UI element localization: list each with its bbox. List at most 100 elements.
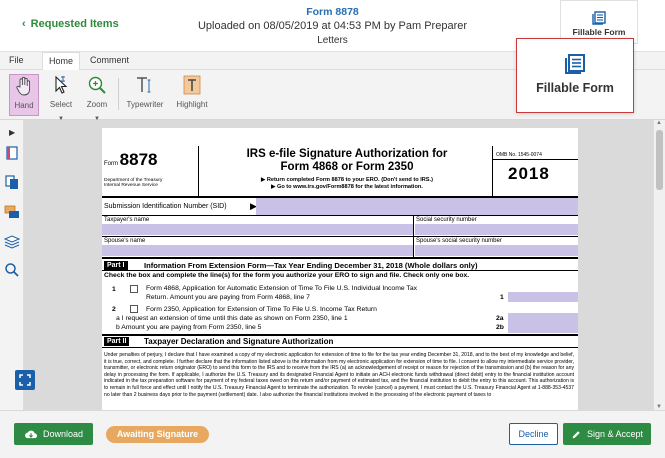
ssn-field[interactable] (415, 224, 578, 235)
layers-icon[interactable] (4, 233, 20, 249)
line-2a-text: a I request an extension of time until t… (116, 315, 348, 322)
line-1-ref: 1 (500, 294, 504, 301)
sid-label: Submission Identification Number (SID) (104, 203, 227, 210)
omb-number: OMB No. 1545-0074 (496, 152, 542, 158)
document-viewport[interactable]: Form 8878 Department of the Treasury Int… (24, 120, 653, 410)
pages-icon[interactable] (4, 174, 20, 190)
department-label: Department of the Treasury Internal Reve… (104, 178, 162, 189)
form-rule (102, 334, 578, 336)
page-thumbnails-icon[interactable] (4, 145, 20, 161)
line-1-text-a: Form 4868, Application for Automatic Ext… (146, 285, 418, 292)
select-tool-label: Select (49, 100, 73, 109)
spouse-name-field[interactable] (102, 245, 413, 256)
form-rule (102, 347, 578, 348)
fillable-form-icon (592, 11, 606, 25)
form-note-1: ▶ Return completed Form 8878 to your ERO… (261, 177, 433, 183)
form-rule (102, 270, 578, 271)
left-sidebar: ▶ (0, 120, 24, 410)
line-2a-date-field[interactable] (508, 313, 578, 323)
comments-icon[interactable] (4, 204, 20, 220)
pen-icon (572, 430, 580, 438)
sid-field[interactable] (256, 198, 578, 215)
line-1-amount-field[interactable] (508, 292, 578, 302)
part-1-instructions: Check the box and complete the line(s) f… (104, 272, 470, 279)
cloud-download-icon (25, 430, 38, 439)
part-1-title: Information From Extension Form—Tax Year… (144, 261, 478, 270)
line-2a-ref: 2a (496, 315, 504, 322)
form-title-line-1: IRS e-file Signature Authorization for (246, 148, 448, 160)
decline-button[interactable]: Decline (509, 423, 558, 445)
line-2b-text: b Amount you are paying from Form 2350, … (116, 324, 262, 331)
footer-bar: Download Awaiting Signature Decline Sign… (0, 410, 665, 458)
form-note-2: ▶ Go to www.irs.gov/Form8878 for the lat… (271, 184, 423, 190)
part-2-title: Taxpayer Declaration and Signature Autho… (144, 337, 334, 346)
tax-year: 2018 (508, 164, 550, 183)
search-icon[interactable] (4, 262, 20, 278)
line-2-text: Form 2350, Application for Extension of … (146, 306, 377, 313)
header-divider (198, 146, 199, 196)
tab-comment[interactable]: Comment (90, 55, 129, 65)
zoom-tool-label: Zoom (86, 100, 108, 109)
tab-file[interactable]: File (9, 55, 24, 65)
form-word: Form (104, 161, 118, 167)
ssn-label: Social security number (416, 217, 477, 223)
zoom-icon (88, 76, 106, 94)
sign-accept-button[interactable]: Sign & Accept (563, 423, 651, 445)
form-title-line-2: Form 4868 or Form 2350 (280, 161, 414, 173)
typewriter-tool-label: Typewriter (126, 100, 164, 109)
hand-tool-button[interactable]: Hand (9, 74, 39, 116)
declaration-text: Under penalties of perjury, I declare th… (104, 352, 574, 398)
omb-divider (492, 159, 578, 160)
taxpayer-name-label: Taxpayer's name (104, 217, 150, 223)
tab-home[interactable]: Home (42, 52, 81, 70)
form-number-block: Form 8878 (104, 150, 158, 170)
download-button[interactable]: Download (14, 423, 93, 445)
sign-accept-label: Sign & Accept (586, 429, 644, 439)
download-label: Download (42, 429, 84, 439)
scroll-thumb[interactable] (656, 130, 663, 190)
form-page: Form 8878 Department of the Treasury Int… (102, 128, 578, 410)
awaiting-signature-status: Awaiting Signature (106, 426, 209, 443)
app-root: ‹ Requested Items Form 8878 Uploaded on 0… (0, 0, 665, 458)
line-1-number: 1 (112, 286, 116, 293)
highlight-tool-label: Highlight (176, 100, 208, 109)
fillable-form-callout[interactable]: Fillable Form (516, 38, 634, 113)
line-2b-amount-field[interactable] (508, 323, 578, 333)
taxpayer-name-field[interactable] (102, 224, 413, 235)
form-4868-checkbox[interactable] (130, 285, 138, 293)
dept-line-2: Internal Revenue Service (104, 183, 158, 189)
hand-tool-label: Hand (14, 101, 34, 110)
hand-icon (16, 76, 31, 96)
line-2-number: 2 (112, 306, 116, 313)
highlight-tool-button[interactable]: Highlight (172, 74, 212, 116)
form-rule (102, 236, 578, 237)
fillable-form-label: Fillable Form (572, 27, 626, 37)
form-2350-checkbox[interactable] (130, 305, 138, 313)
typewriter-icon (137, 77, 151, 93)
header-divider (492, 146, 493, 196)
select-cursor-icon (55, 75, 68, 94)
field-divider (413, 215, 414, 257)
part-1-badge: Part I (104, 261, 128, 270)
spouse-ssn-label: Spouse's social security number (416, 238, 502, 244)
toolbar-divider (118, 78, 119, 110)
spouse-name-label: Spouse's name (104, 238, 146, 244)
select-tool-button[interactable]: Select ▼ (46, 74, 76, 122)
fullscreen-button[interactable] (15, 370, 35, 390)
zoom-tool-button[interactable]: Zoom ▼ (82, 74, 112, 122)
form-rule (102, 257, 578, 259)
part-2-badge: Part II (104, 337, 130, 346)
callout-label: Fillable Form (536, 81, 614, 95)
vertical-scrollbar[interactable]: ▲ ▼ (653, 120, 665, 410)
highlight-icon (183, 75, 201, 95)
spouse-ssn-field[interactable] (415, 245, 578, 256)
form-rule (102, 215, 578, 216)
fillable-form-icon (565, 54, 585, 74)
fullscreen-icon (19, 374, 31, 386)
form-number: 8878 (119, 150, 158, 169)
line-1-text-b: Return. Amount you are paying from Form … (146, 294, 310, 301)
typewriter-tool-button[interactable]: Typewriter (124, 74, 166, 116)
expand-panel-arrow-icon[interactable]: ▶ (9, 128, 25, 144)
line-2b-ref: 2b (496, 324, 504, 331)
scroll-up-icon[interactable]: ▲ (656, 120, 662, 126)
